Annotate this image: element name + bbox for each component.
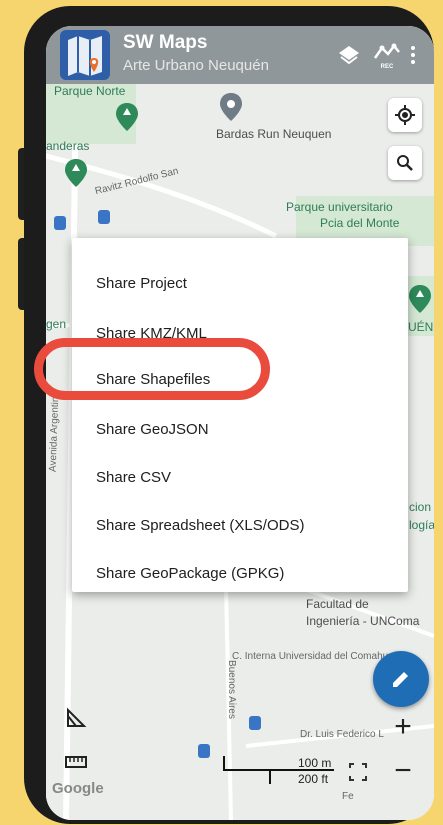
project-name: Arte Urbano Neuquén bbox=[123, 57, 269, 74]
google-logo: Google bbox=[52, 780, 104, 797]
share-menu: Share Project Share KMZ/KML Share Shapef… bbox=[72, 238, 408, 592]
search-icon bbox=[397, 155, 413, 171]
menu-item-share-spreadsheet[interactable]: Share Spreadsheet (XLS/ODS) bbox=[96, 514, 304, 538]
rec-label: REC bbox=[381, 64, 394, 70]
label-parque-universitario: Parque universitario bbox=[286, 200, 393, 214]
park-pin-icon bbox=[116, 103, 138, 131]
park-pin-icon-3 bbox=[409, 285, 431, 313]
label-ingenieria: Ingeniería - UNComa bbox=[306, 614, 420, 628]
zoom-in-button[interactable]: + bbox=[386, 710, 420, 744]
measure-angle-icon[interactable] bbox=[64, 706, 88, 730]
label-logia: logía bbox=[409, 518, 434, 532]
label-cion: cion bbox=[409, 500, 432, 514]
menu-item-share-geojson[interactable]: Share GeoJSON bbox=[96, 418, 209, 442]
park-pin-icon-2 bbox=[65, 159, 87, 187]
app-title: SW Maps bbox=[123, 32, 208, 53]
more-vert-icon[interactable] bbox=[398, 40, 428, 70]
my-location-button[interactable] bbox=[388, 98, 422, 132]
label-gen: gen bbox=[46, 317, 67, 331]
zoom-out-button[interactable]: − bbox=[386, 754, 420, 788]
menu-item-share-csv[interactable]: Share CSV bbox=[96, 466, 171, 490]
highlight-ring bbox=[34, 338, 270, 400]
search-button[interactable] bbox=[388, 146, 422, 180]
menu-item-share-project[interactable]: Share Project bbox=[96, 272, 187, 296]
label-buenos-aires: Buenos Aires bbox=[225, 660, 237, 719]
edit-fab-button[interactable] bbox=[373, 651, 429, 707]
scale-imperial: 200 ft bbox=[298, 772, 329, 786]
fullscreen-icon[interactable] bbox=[348, 762, 368, 782]
edit-pencil-icon bbox=[393, 672, 408, 687]
label-parque-norte: Parque Norte bbox=[54, 84, 126, 98]
label-dr-luis: Dr. Luis Federico L bbox=[300, 729, 384, 740]
label-pcia-del-monte: Pcia del Monte bbox=[320, 216, 400, 230]
bus-stop-icon-4 bbox=[198, 744, 210, 758]
label-fe: Fe bbox=[342, 791, 354, 802]
scale-metric: 100 m bbox=[298, 756, 332, 770]
label-facultad: Facultad de bbox=[306, 597, 369, 611]
phone-screen: Parque Norte Bardas Run Neuquen anderas … bbox=[46, 26, 434, 820]
layers-icon[interactable] bbox=[334, 40, 364, 70]
bus-stop-icon-3 bbox=[249, 716, 261, 730]
bus-stop-icon-2 bbox=[98, 210, 110, 224]
menu-item-share-geopackage[interactable]: Share GeoPackage (GPKG) bbox=[96, 562, 284, 586]
label-c-interna: C. Interna Universidad del Comahue bbox=[232, 651, 394, 662]
label-uen: UÉN bbox=[408, 320, 434, 334]
ruler-icon[interactable] bbox=[64, 754, 88, 778]
my-location-icon bbox=[395, 105, 415, 125]
bus-stop-icon bbox=[54, 216, 66, 230]
place-pin-icon bbox=[220, 93, 242, 121]
app-bar: SW Maps Arte Urbano Neuquén REC bbox=[46, 26, 434, 84]
app-logo bbox=[60, 30, 110, 80]
label-bardas-run: Bardas Run Neuquen bbox=[216, 127, 332, 141]
label-banderas: anderas bbox=[46, 139, 90, 153]
